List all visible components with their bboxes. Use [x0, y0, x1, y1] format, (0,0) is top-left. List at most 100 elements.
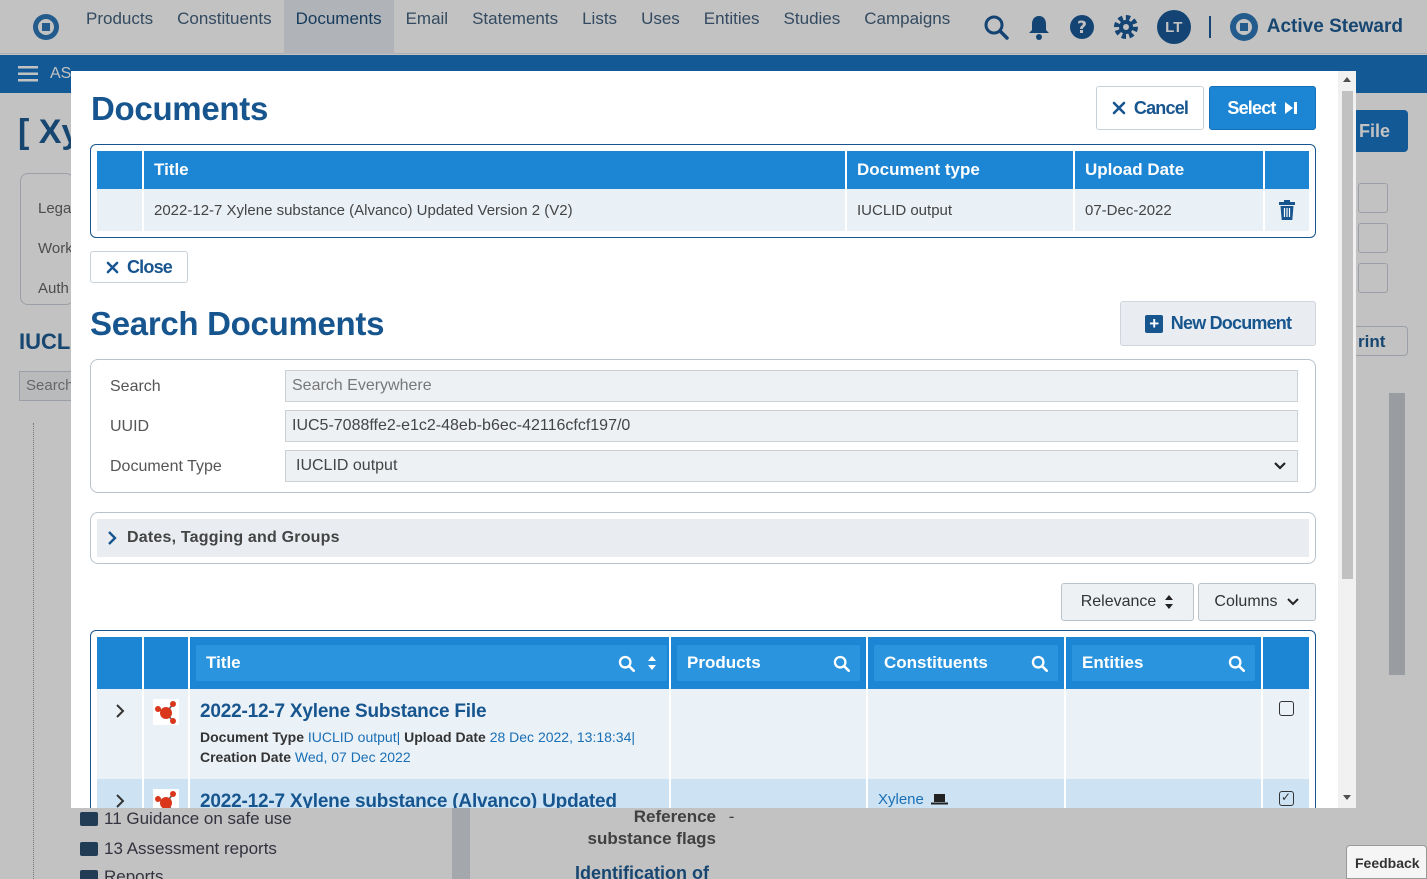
close-label: Close	[126, 256, 173, 277]
feedback-tab[interactable]: Feedback	[1346, 845, 1427, 879]
cancel-label: Cancel	[1133, 97, 1189, 118]
selected-document-title[interactable]: 2022-12-7 Xylene substance (Alvanco) Upd…	[143, 189, 847, 231]
close-icon	[106, 261, 119, 273]
column-document-type: Document type	[846, 151, 1075, 189]
dates-tagging-accordion: Dates, Tagging and Groups	[90, 512, 1316, 564]
expand-cell	[97, 779, 144, 808]
molecule-icon	[153, 699, 179, 725]
search-results-table: Title Products Constituents Entities 202…	[97, 637, 1309, 808]
search-icon[interactable]	[1031, 655, 1048, 672]
columns-dropdown[interactable]: Columns	[1198, 583, 1316, 621]
document-type-select[interactable]: IUCLID output	[285, 450, 1298, 482]
row-checkbox-checked[interactable]: ✓	[1278, 791, 1294, 806]
expand-column	[97, 637, 144, 689]
row-spacer	[97, 189, 144, 231]
icon-cell	[143, 779, 190, 808]
sort-label: Relevance	[1080, 593, 1157, 610]
laptop-icon	[930, 794, 948, 805]
column-products: Products	[670, 637, 868, 689]
cancel-button[interactable]: Cancel	[1096, 86, 1204, 130]
meta-value: IUCLID output|	[307, 729, 401, 745]
selected-document-type: IUCLID output	[846, 189, 1075, 231]
scroll-up-icon[interactable]	[1343, 77, 1351, 82]
result-title[interactable]: 2022-12-7 Xylene substance (Alvanco) Upd…	[200, 791, 659, 808]
select-cell	[1262, 689, 1309, 779]
scrollbar-thumb[interactable]	[1342, 91, 1353, 579]
constituents-cell	[867, 689, 1066, 779]
new-document-label: New Document	[1170, 313, 1292, 333]
meta-label: Creation Date	[200, 749, 292, 765]
documents-modal: Documents Cancel Select Title Document t…	[71, 71, 1356, 808]
sort-icon[interactable]	[647, 655, 657, 671]
search-input[interactable]: Search Everywhere	[285, 370, 1298, 402]
select-label: Select	[1227, 97, 1276, 118]
column-constituents-label: Constituents	[884, 653, 988, 672]
constituents-cell: Xylene	[867, 779, 1066, 808]
selected-documents-table: Title Document type Upload Date 2022-12-…	[97, 151, 1309, 231]
skip-forward-icon	[1284, 102, 1297, 114]
chevron-down-icon	[1286, 598, 1299, 606]
accordion-label: Dates, Tagging and Groups	[127, 529, 340, 546]
meta-label: Document Type	[200, 729, 304, 745]
table-row[interactable]: 2022-12-7 Xylene Substance File Document…	[97, 689, 1309, 779]
search-icon[interactable]	[618, 655, 635, 672]
result-title[interactable]: 2022-12-7 Xylene Substance File	[200, 701, 659, 723]
search-documents-title: Search Documents	[90, 305, 385, 342]
result-meta: Document Type IUCLID output| Upload Date…	[200, 727, 659, 767]
chevron-right-icon[interactable]	[115, 793, 125, 808]
new-document-button[interactable]: + New Document	[1120, 301, 1316, 346]
modal-scrollbar[interactable]	[1338, 71, 1356, 808]
delete-cell	[1264, 189, 1309, 231]
column-title: Title	[143, 151, 847, 189]
scroll-down-icon[interactable]	[1343, 795, 1351, 800]
meta-label: Upload Date	[404, 729, 486, 745]
entities-cell	[1065, 689, 1263, 779]
result-title-cell: 2022-12-7 Xylene Substance File Document…	[189, 689, 671, 779]
chevron-right-icon[interactable]	[115, 703, 125, 719]
expand-cell	[97, 689, 144, 779]
accordion-header[interactable]: Dates, Tagging and Groups	[97, 519, 1309, 557]
trash-icon[interactable]	[1278, 200, 1296, 220]
constituent-link[interactable]: Xylene	[878, 791, 924, 808]
search-icon[interactable]	[833, 655, 850, 672]
meta-value: Wed, 07 Dec 2022	[294, 749, 411, 765]
search-label: Search	[110, 378, 161, 395]
table-row[interactable]: 2022-12-7 Xylene substance (Alvanco) Upd…	[97, 779, 1309, 808]
icon-column	[143, 637, 190, 689]
selected-documents-panel: Title Document type Upload Date 2022-12-…	[90, 144, 1316, 238]
uuid-label: UUID	[110, 418, 150, 435]
column-constituents: Constituents	[867, 637, 1066, 689]
document-type-label: Document Type	[110, 458, 222, 475]
select-cell: ✓	[1262, 779, 1309, 808]
products-cell	[670, 779, 868, 808]
selected-document-date: 07-Dec-2022	[1074, 189, 1265, 231]
uuid-input[interactable]: IUC5-7088ffe2-e1c2-48eb-b6ec-42116cfcf19…	[285, 410, 1298, 442]
close-button[interactable]: Close	[90, 251, 188, 283]
row-checkbox[interactable]	[1278, 701, 1294, 716]
search-results-panel: Title Products Constituents Entities 202…	[90, 630, 1316, 808]
search-form: Search Search Everywhere UUID IUC5-7088f…	[90, 359, 1316, 493]
column-spacer	[97, 151, 144, 189]
icon-cell	[143, 689, 190, 779]
select-button[interactable]: Select	[1209, 86, 1316, 130]
molecule-icon	[153, 789, 179, 808]
products-cell	[670, 689, 868, 779]
modal-title: Documents	[91, 90, 268, 127]
chevron-down-icon	[1274, 462, 1286, 470]
column-entities: Entities	[1065, 637, 1263, 689]
chevron-right-icon	[108, 531, 117, 545]
close-icon	[1112, 101, 1126, 115]
column-entities-label: Entities	[1082, 653, 1144, 672]
search-icon[interactable]	[1228, 655, 1245, 672]
meta-value: 28 Dec 2022, 13:18:34|	[489, 729, 636, 745]
table-row: 2022-12-7 Xylene substance (Alvanco) Upd…	[97, 189, 1309, 231]
column-products-label: Products	[687, 653, 761, 672]
plus-square-icon: +	[1144, 314, 1163, 333]
column-actions	[1264, 151, 1309, 189]
sort-dropdown[interactable]: Relevance	[1061, 583, 1194, 621]
entities-cell	[1065, 779, 1263, 808]
column-upload-date: Upload Date	[1074, 151, 1265, 189]
column-title-label: Title	[206, 653, 241, 672]
select-column	[1262, 637, 1309, 689]
result-title-cell: 2022-12-7 Xylene substance (Alvanco) Upd…	[189, 779, 671, 808]
